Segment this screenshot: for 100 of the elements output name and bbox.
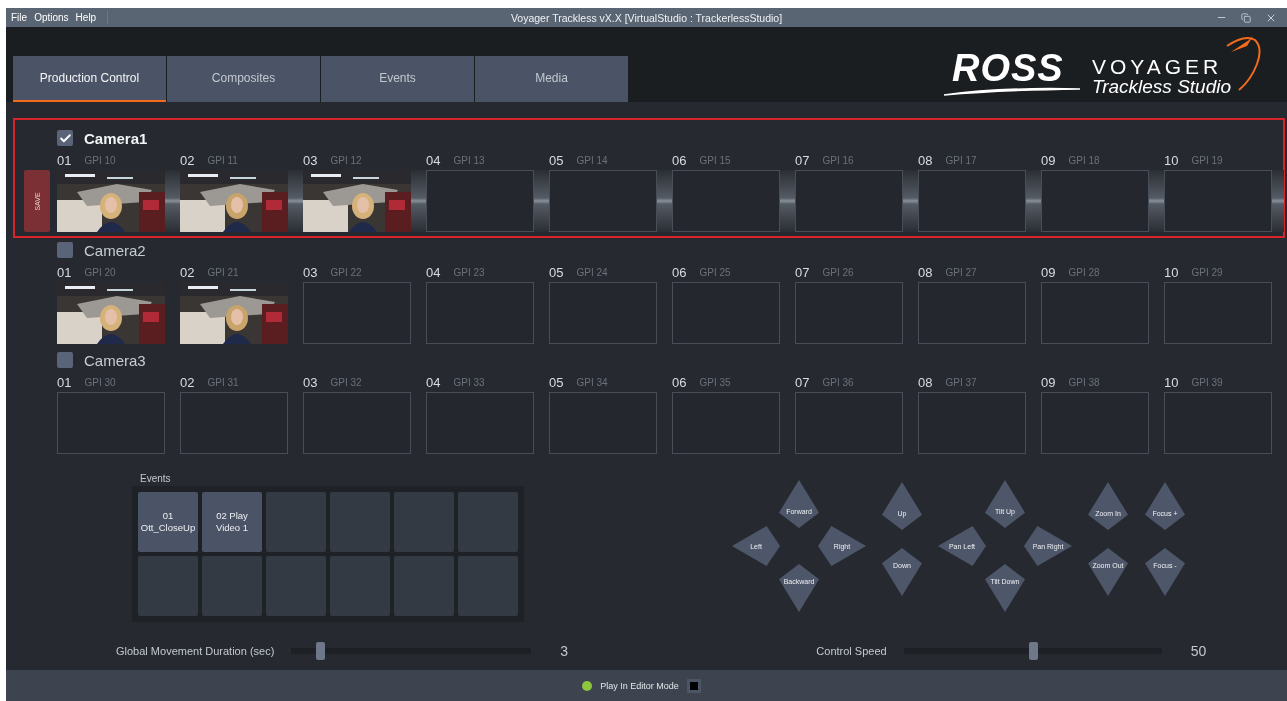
gpi-label: GPI 24	[576, 266, 608, 278]
gpi-label: GPI 23	[453, 266, 485, 278]
restore-icon[interactable]	[1241, 11, 1251, 24]
empty-slot[interactable]	[426, 282, 534, 344]
camera-name: Camera1	[84, 129, 148, 147]
empty-slot[interactable]	[303, 392, 411, 454]
empty-slot[interactable]	[795, 282, 903, 344]
empty-slot[interactable]	[918, 282, 1026, 344]
slot-number: 09	[1041, 264, 1056, 280]
slider-thumb[interactable]	[1028, 642, 1038, 660]
empty-slot[interactable]	[672, 392, 780, 454]
empty-event-button[interactable]	[266, 492, 326, 552]
checkbox[interactable]	[57, 242, 73, 258]
slot-number: 04	[426, 152, 441, 168]
event-button[interactable]: 02 Play Video 1	[202, 492, 262, 552]
slot-number: 03	[303, 264, 318, 280]
empty-event-button[interactable]	[458, 492, 518, 552]
empty-slot[interactable]	[918, 392, 1026, 454]
status-dot-icon	[582, 680, 593, 691]
empty-slot[interactable]	[57, 392, 165, 454]
gpi-label: GPI 18	[1068, 154, 1100, 166]
slot-number: 02	[180, 152, 195, 168]
slot-number: 10	[1164, 152, 1179, 168]
empty-event-button[interactable]	[458, 556, 518, 616]
slot-number: 06	[672, 374, 687, 390]
gpi-label: GPI 14	[576, 154, 608, 166]
gpi-label: GPI 39	[1191, 376, 1223, 388]
gpi-label: GPI 25	[699, 266, 731, 278]
empty-slot[interactable]	[1041, 392, 1149, 454]
slot-number: 08	[918, 374, 933, 390]
checkbox[interactable]	[686, 678, 701, 693]
slot-number: 06	[672, 152, 687, 168]
empty-slot[interactable]	[1041, 282, 1149, 344]
slot-number: 01	[57, 374, 72, 390]
slot-number: 07	[795, 264, 810, 280]
empty-slot[interactable]	[180, 392, 288, 454]
checkbox[interactable]	[57, 130, 73, 146]
empty-event-button[interactable]	[266, 556, 326, 616]
empty-slot[interactable]	[303, 282, 411, 344]
logo-brand: ROSS	[951, 50, 1064, 86]
slot-number: 05	[549, 374, 564, 390]
gpi-label: GPI 21	[207, 266, 239, 278]
slot-number: 02	[180, 264, 195, 280]
gpi-label: GPI 36	[822, 376, 854, 388]
gpi-label: GPI 33	[453, 376, 485, 388]
checkbox[interactable]	[57, 352, 73, 368]
gpi-label: GPI 32	[330, 376, 362, 388]
empty-slot[interactable]	[672, 282, 780, 344]
slot-number: 05	[549, 264, 564, 280]
empty-event-button[interactable]	[330, 492, 390, 552]
slot-number: 08	[918, 264, 933, 280]
menu-item[interactable]: File	[11, 12, 32, 23]
menu-item[interactable]: Help	[75, 12, 101, 23]
slot-number: 10	[1164, 264, 1179, 280]
gpi-label: GPI 28	[1068, 266, 1100, 278]
gpi-label: GPI 26	[822, 266, 854, 278]
events-title: Events	[139, 473, 172, 484]
slider-thumb[interactable]	[316, 642, 326, 660]
event-button[interactable]: 01 Ott_CloseUp	[138, 492, 198, 552]
empty-slot[interactable]	[795, 392, 903, 454]
menu-item[interactable]: Options	[34, 12, 73, 23]
window-title: Voyager Trackless vX.X [VirtualStudio : TrackerlessStudio]	[510, 11, 783, 24]
swoosh-icon	[941, 86, 1082, 96]
empty-slot[interactable]	[426, 392, 534, 454]
camera-name: Camera2	[84, 241, 146, 259]
empty-slot[interactable]	[549, 282, 657, 344]
tab[interactable]: Events	[321, 56, 474, 102]
slot-number: 09	[1041, 152, 1056, 168]
slot-number: 04	[426, 264, 441, 280]
slot-number: 09	[1041, 374, 1056, 390]
gpi-label: GPI 22	[330, 266, 362, 278]
slot-number: 01	[57, 264, 72, 280]
logo-subtitle: Trackless Studio	[1091, 77, 1231, 96]
slot-number: 01	[57, 152, 72, 168]
gpi-label: GPI 16	[822, 154, 854, 166]
gpi-label: GPI 15	[699, 154, 731, 166]
slot-number: 04	[426, 374, 441, 390]
gpi-label: GPI 12	[330, 154, 362, 166]
gpi-label: GPI 13	[453, 154, 485, 166]
empty-event-button[interactable]	[394, 492, 454, 552]
empty-event-button[interactable]	[330, 556, 390, 616]
gpi-label: GPI 34	[576, 376, 608, 388]
gpi-label: GPI 17	[945, 154, 977, 166]
tab[interactable]: Composites	[167, 56, 320, 102]
gpi-label: GPI 27	[945, 266, 977, 278]
tab[interactable]: Media	[475, 56, 628, 102]
slot-number: 03	[303, 152, 318, 168]
empty-slot[interactable]	[1164, 282, 1272, 344]
empty-slot[interactable]	[549, 392, 657, 454]
empty-event-button[interactable]	[202, 556, 262, 616]
tab[interactable]: Production Control	[13, 56, 166, 102]
gpi-label: GPI 37	[945, 376, 977, 388]
gpi-label: GPI 35	[699, 376, 731, 388]
gpi-label: GPI 31	[207, 376, 239, 388]
status-label: Play In Editor Mode	[600, 680, 679, 691]
empty-event-button[interactable]	[138, 556, 198, 616]
slot-number: 07	[795, 152, 810, 168]
empty-event-button[interactable]	[394, 556, 454, 616]
camera-name: Camera3	[84, 351, 146, 369]
empty-slot[interactable]	[1164, 392, 1272, 454]
